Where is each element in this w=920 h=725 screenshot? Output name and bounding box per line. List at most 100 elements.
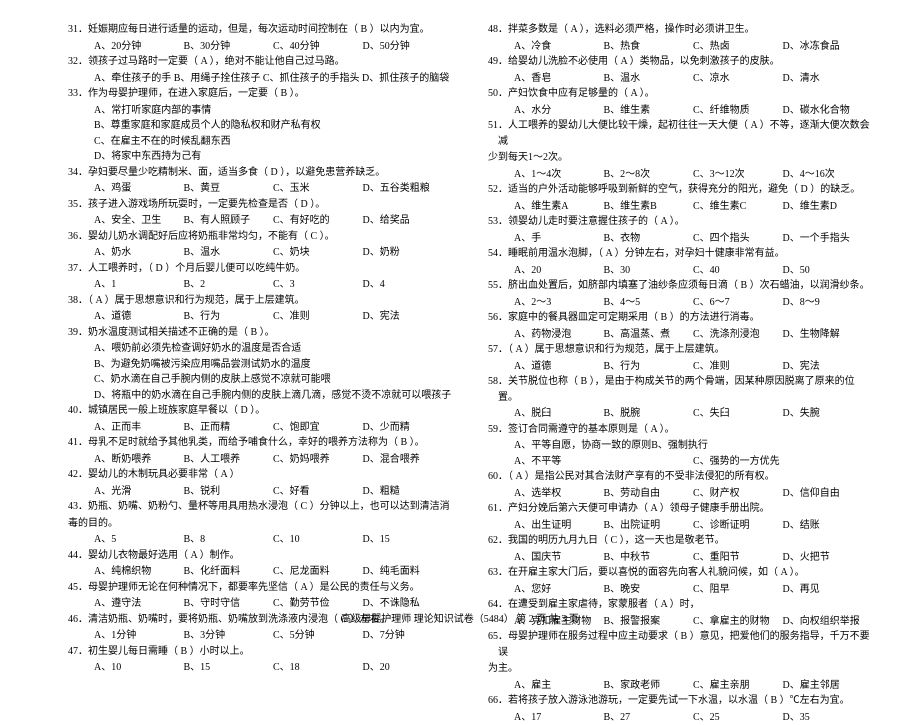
option: A、手 bbox=[514, 231, 604, 247]
option: B、脱腕 bbox=[604, 406, 694, 422]
option: C、奶块 bbox=[273, 245, 363, 261]
option: D、信仰自由 bbox=[783, 486, 873, 502]
option-row: A、脱臼B、脱腕C、失臼D、失腕 bbox=[488, 406, 872, 422]
option: A、鸡蛋 bbox=[94, 181, 184, 197]
question-text: 37．人工喂养时，（ D ）个月后婴儿便可以吃纯牛奶。 bbox=[68, 261, 452, 277]
option-row: A、水分B、维生素C、纤维物质D、碳水化合物 bbox=[488, 103, 872, 119]
option: A、雇主 bbox=[514, 678, 604, 694]
option: A、光滑 bbox=[94, 484, 184, 500]
option: C、25 bbox=[693, 710, 783, 725]
option bbox=[783, 454, 873, 470]
option: C、洗涤剂浸泡 bbox=[693, 327, 783, 343]
question-text: 51．人工喂养的婴幼儿大便比较干燥，起初往往一天大便（ A ）不等，逐渐大便次数… bbox=[488, 118, 872, 149]
option-row: A、鸡蛋B、黄豆C、玉米D、五谷类粗粮 bbox=[68, 181, 452, 197]
option-row: A、断奶喂养B、人工喂养C、奶妈喂养D、混合喂养 bbox=[68, 452, 452, 468]
question-text: 60．（ A ）是指公民对其合法财产享有的不受非法侵犯的所有权。 bbox=[488, 469, 872, 485]
option: C、好看 bbox=[273, 484, 363, 500]
option: B、温水 bbox=[184, 245, 274, 261]
option: A、5 bbox=[94, 532, 184, 548]
option: D、粗糙 bbox=[363, 484, 453, 500]
option: D、清水 bbox=[783, 71, 873, 87]
option: D、给奖品 bbox=[363, 213, 453, 229]
option: A、水分 bbox=[514, 103, 604, 119]
option: D、失腕 bbox=[783, 406, 873, 422]
option: D、维生素D bbox=[783, 199, 873, 215]
option: D、火把节 bbox=[783, 550, 873, 566]
option: C、玉米 bbox=[273, 181, 363, 197]
option: C、18 bbox=[273, 660, 363, 676]
question-text: 45．母婴护理师无论在何种情况下，都要率先坚信（ A ）是公民的责任与义务。 bbox=[68, 580, 452, 596]
option: B、出院证明 bbox=[604, 518, 694, 534]
option-row: A、纯棉织物B、化纤面料C、尼龙面料D、纯毛面料 bbox=[68, 564, 452, 580]
option: A、您好 bbox=[514, 582, 604, 598]
option: C、纤维物质 bbox=[693, 103, 783, 119]
option: B、30 bbox=[604, 263, 694, 279]
question-text: 41．母乳不足时就给予其他乳类，而给予哺食什么，幸好的喂养方法称为（ B ）。 bbox=[68, 435, 452, 451]
right-column: 48．拌菜多数是（ A ），选料必须严格，操作时必须讲卫生。A、冷食B、热食C、… bbox=[470, 22, 880, 617]
option: C、雇主亲朋 bbox=[693, 678, 783, 694]
option: A、道德 bbox=[94, 309, 184, 325]
question-text: 为主。 bbox=[488, 661, 872, 677]
option bbox=[798, 438, 872, 454]
option: D、五谷类粗粮 bbox=[363, 181, 453, 197]
option-row: A、手B、衣物C、四个指头D、一个手指头 bbox=[488, 231, 872, 247]
option-row: A、20B、30C、40D、50 bbox=[488, 263, 872, 279]
option: B、2 bbox=[184, 277, 274, 293]
question-text: 58．关节脱位也称（ B ），是由于构成关节的两个骨端，因某种原因脱离了原来的位… bbox=[488, 374, 872, 405]
option: C、饱即宜 bbox=[273, 420, 363, 436]
question-text: 53．领婴幼儿走时要注意握住孩子的（ A ）。 bbox=[488, 214, 872, 230]
option-row: A、国庆节B、中秋节C、重阳节D、火把节 bbox=[488, 550, 872, 566]
option: D、7分钟 bbox=[363, 628, 453, 644]
option: A、断奶喂养 bbox=[94, 452, 184, 468]
question-subline: D、将家中东西持为己有 bbox=[68, 149, 452, 165]
option bbox=[604, 454, 694, 470]
option: B、27 bbox=[604, 710, 694, 725]
option: B、2～8次 bbox=[604, 167, 694, 183]
option-row: A、雇主B、家政老师C、雇主亲朋D、雇主邻居 bbox=[488, 678, 872, 694]
option: C、重阳节 bbox=[693, 550, 783, 566]
option: A、维生素A bbox=[514, 199, 604, 215]
question-text: 少到每天1～2次。 bbox=[488, 150, 872, 166]
option: A、出生证明 bbox=[514, 518, 604, 534]
option: D、4～16次 bbox=[783, 167, 873, 183]
option-row: A、道德B、行为C、准则D、宪法 bbox=[488, 359, 872, 375]
option-row: A、5B、8C、10D、15 bbox=[68, 532, 452, 548]
option: B、温水 bbox=[604, 71, 694, 87]
option: C、强势的一方优先 bbox=[693, 454, 783, 470]
option: A、纯棉织物 bbox=[94, 564, 184, 580]
option: D、碳水化合物 bbox=[783, 103, 873, 119]
option: B、正而精 bbox=[184, 420, 274, 436]
option: C、3 bbox=[273, 277, 363, 293]
option: D、冰冻食品 bbox=[783, 39, 873, 55]
page-footer: 高级母婴护理师 理论知识试卷（5484） 第 2 页 共 3 页 bbox=[0, 610, 920, 625]
question-text: 56．家庭中的餐具器皿定可定期采用（ B ）的方法进行消毒。 bbox=[488, 310, 872, 326]
option: D、8～9 bbox=[783, 295, 873, 311]
option: C、热卤 bbox=[693, 39, 783, 55]
option: B、晚安 bbox=[604, 582, 694, 598]
question-text: 66．若将孩子放入游泳池游玩，一定要先试一下水温，以水温（ B ）℃左右为宜。 bbox=[488, 693, 872, 709]
option-row: A、不平等 C、强势的一方优先 bbox=[488, 454, 872, 470]
question-subline: B、尊重家庭和家庭成员个人的隐私权和财产私有权 bbox=[68, 118, 452, 134]
option-row: A、17B、27C、25D、35 bbox=[488, 710, 872, 725]
option: A、正而丰 bbox=[94, 420, 184, 436]
option-row: A、2～3B、4～5C、6～7D、8～9 bbox=[488, 295, 872, 311]
option-row: A、平等自愿，协商一致的原则B、强制执行 bbox=[488, 438, 872, 454]
option: C、有好吃的 bbox=[273, 213, 363, 229]
question-text: 61．产妇分娩后第六天便可申请办（ A ）领母子健康手册出院。 bbox=[488, 501, 872, 517]
option: B、维生素B bbox=[604, 199, 694, 215]
option: B、热食 bbox=[604, 39, 694, 55]
option: A、17 bbox=[514, 710, 604, 725]
option: D、宪法 bbox=[783, 359, 873, 375]
option: B、衣物 bbox=[604, 231, 694, 247]
option: A、不平等 bbox=[514, 454, 604, 470]
option: B、高温蒸、煮 bbox=[604, 327, 694, 343]
option: C、四个指头 bbox=[693, 231, 783, 247]
option: A、香皂 bbox=[514, 71, 604, 87]
option: A、道德 bbox=[514, 359, 604, 375]
option: A、1分钟 bbox=[94, 628, 184, 644]
option: D、4 bbox=[363, 277, 453, 293]
option: D、50分钟 bbox=[363, 39, 453, 55]
option-row: A、正而丰B、正而精C、饱即宜D、少而精 bbox=[68, 420, 452, 436]
option: A、冷食 bbox=[514, 39, 604, 55]
option: A、平等自愿，协商一致的原则 bbox=[514, 438, 651, 454]
